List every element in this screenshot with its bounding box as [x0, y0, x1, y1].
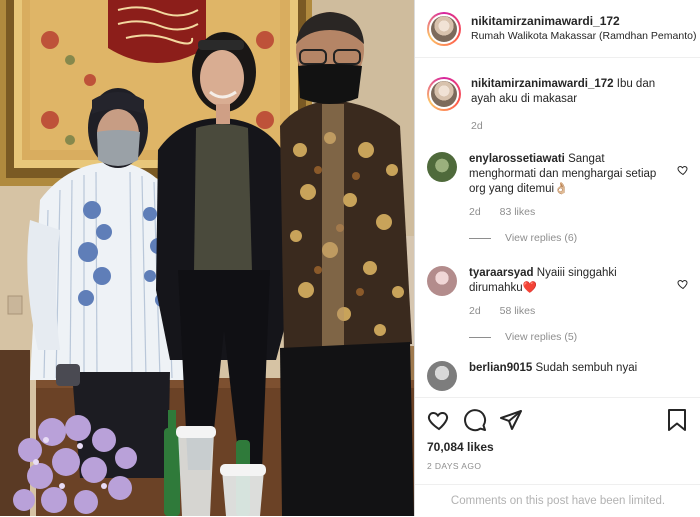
- post-header: nikitamirzanimawardi_172 Rumah Walikota …: [415, 0, 700, 58]
- comment-icon[interactable]: [463, 408, 487, 432]
- comment-username[interactable]: enylarossetiawati: [469, 153, 565, 165]
- comment-time[interactable]: 2d: [469, 305, 481, 317]
- comment-avatar[interactable]: [427, 152, 457, 182]
- post-location[interactable]: Rumah Walikota Makassar (Ramdhan Pemanto…: [471, 29, 696, 44]
- comment-text: Sudah sembuh nyai: [535, 362, 638, 374]
- instagram-post: nikitamirzanimawardi_172 Rumah Walikota …: [0, 0, 700, 516]
- comment-likes[interactable]: 58 likes: [500, 305, 536, 317]
- comment-heart-icon[interactable]: [677, 164, 689, 176]
- view-replies-button[interactable]: View replies (5): [469, 331, 689, 343]
- bookmark-icon[interactable]: [665, 408, 689, 432]
- comment-username[interactable]: berlian9015: [469, 362, 532, 374]
- avatar[interactable]: [427, 11, 461, 46]
- comment-avatar[interactable]: [427, 361, 457, 391]
- post-side-panel: nikitamirzanimawardi_172 Rumah Walikota …: [414, 0, 700, 516]
- caption-time[interactable]: 2d: [471, 120, 483, 132]
- likes-count[interactable]: 70,084 likes: [427, 440, 494, 454]
- comment-username[interactable]: tyaraarsyad: [469, 267, 534, 279]
- caption-username[interactable]: nikitamirzanimawardi_172: [471, 78, 614, 90]
- comment-likes[interactable]: 83 likes: [500, 206, 536, 218]
- post-username[interactable]: nikitamirzanimawardi_172: [471, 14, 696, 29]
- comment-avatar[interactable]: [427, 266, 457, 296]
- caption-avatar[interactable]: [427, 77, 461, 111]
- share-icon[interactable]: [499, 408, 523, 432]
- comment-time[interactable]: 2d: [469, 206, 481, 218]
- comment-item: tyaraarsyad Nyaiii singgahki dirumahku❤️…: [427, 266, 689, 319]
- post-actions: 70,084 likes 2 DAYS AGO Comments on this…: [415, 397, 700, 516]
- comment-heart-icon[interactable]: [677, 278, 689, 290]
- comment-item: enylarossetiawati Sangat menghormati dan…: [427, 152, 689, 220]
- heart-icon[interactable]: [427, 408, 451, 432]
- post-date[interactable]: 2 DAYS AGO: [427, 461, 481, 471]
- comments-limited-notice: Comments on this post have been limited.: [415, 484, 700, 517]
- view-replies-button[interactable]: View replies (6): [469, 232, 689, 244]
- caption: nikitamirzanimawardi_172 Ibu dan ayah ak…: [427, 77, 689, 134]
- photo-illustration: [0, 0, 414, 516]
- comment-item: berlian9015 Sudah sembuh nyai: [427, 361, 689, 391]
- post-photo[interactable]: [0, 0, 414, 516]
- comments-list[interactable]: nikitamirzanimawardi_172 Ibu dan ayah ak…: [415, 59, 700, 397]
